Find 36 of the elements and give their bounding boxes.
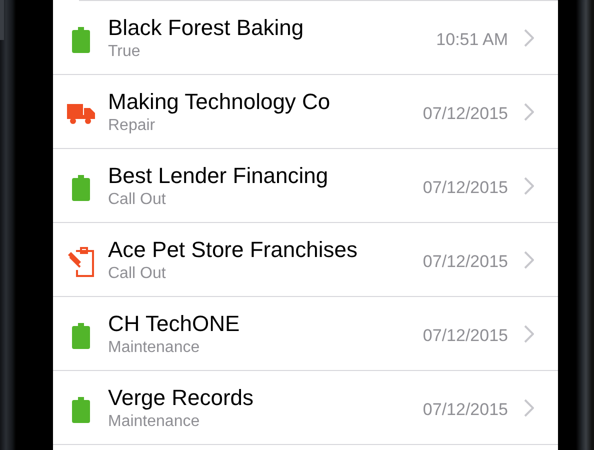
clipboard-icon [72, 174, 90, 200]
row-time: 10:51 AM [436, 28, 508, 50]
list-row[interactable]: Making Technology Co Repair 07/12/2015 [53, 75, 558, 149]
row-subtitle: Call Out [108, 264, 167, 284]
row-title: Making Technology Co [108, 88, 332, 114]
row-subtitle: Maintenance [108, 412, 201, 432]
row-time: 07/12/2015 [422, 398, 508, 420]
clipboard-icon [72, 396, 90, 422]
truck-icon [66, 104, 94, 124]
row-title: Verge Records [108, 384, 255, 410]
row-subtitle: Call Out [108, 190, 167, 210]
chevron-icon [524, 28, 534, 46]
row-title: Ace Pet Store Franchises [108, 236, 358, 262]
chevron-icon [524, 398, 534, 416]
row-title: Black Forest Baking [108, 14, 305, 40]
chevron-icon [524, 176, 534, 194]
row-time: 07/12/2015 [422, 250, 508, 272]
row-subtitle: Maintenance [108, 338, 201, 358]
chevron-icon [524, 102, 534, 120]
clipboard-icon [72, 26, 90, 52]
row-title: Best Lender Financing [108, 162, 330, 188]
list-row[interactable]: Black Forest Baking True 10:51 AM [53, 1, 558, 75]
list-row[interactable]: Verge Records Maintenance 07/12/2015 [53, 371, 558, 445]
clipboard-icon [72, 322, 90, 348]
chevron-icon [524, 250, 534, 268]
row-time: 07/12/2015 [422, 102, 508, 124]
row-subtitle: True [108, 42, 142, 62]
row-title: CH TechONE [108, 310, 241, 336]
list-row[interactable]: Ace Pet Store Franchises Call Out 07/12/2015 [53, 223, 558, 297]
row-time: 07/12/2015 [422, 176, 508, 198]
row-subtitle: Repair [108, 116, 156, 136]
chevron-icon [524, 324, 534, 342]
list-row[interactable]: Best Lender Financing Call Out 07/12/2015 [53, 149, 558, 223]
row-time: 07/12/2015 [422, 324, 508, 346]
clipboard-edit-icon [66, 246, 94, 276]
list-row[interactable]: CH TechONE Maintenance 07/12/2015 [53, 297, 558, 371]
